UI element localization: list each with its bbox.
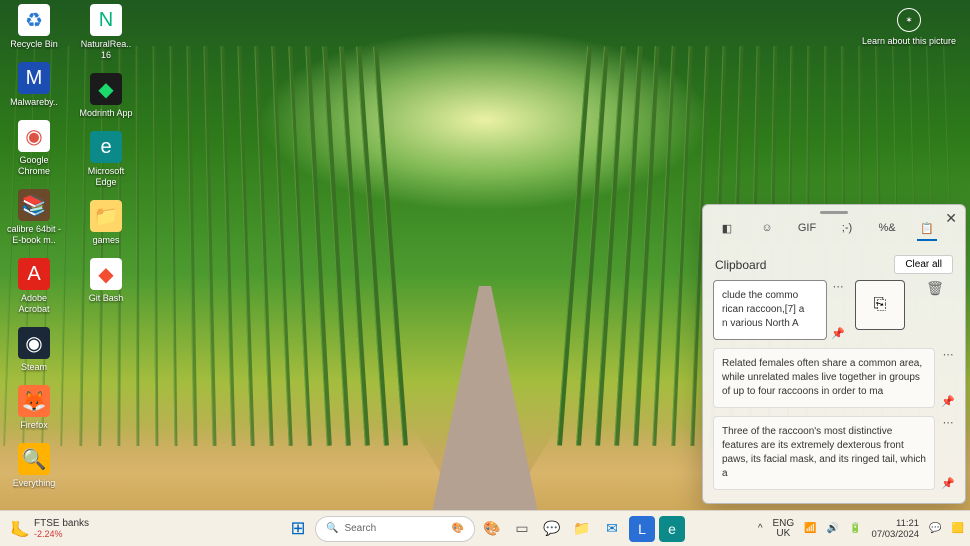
desktop-icon-naturalreader[interactable]: N NaturalRea.. 16 (78, 4, 134, 61)
copilot-badge[interactable]: 🟨 (952, 523, 964, 534)
taskbar-mail[interactable]: ✉ (599, 516, 625, 542)
clipboard-items: clude the commo rican raccoon,[7] a n va… (703, 280, 965, 490)
tab-emoji[interactable]: ☺ (757, 222, 777, 241)
icon-label: games (92, 235, 119, 246)
desktop-icon-adobe-acrobat[interactable]: A Adobe Acrobat (6, 258, 62, 315)
google-chrome-icon: ◉ (18, 120, 50, 152)
spotlight-hint[interactable]: ✶ Learn about this picture (862, 8, 956, 46)
emoji-clipboard-panel[interactable]: ✕ ◧ ☺ GIF ;-) %& 📋 Clipboard Clear all clude … (702, 204, 966, 504)
pin-icon[interactable]: 📌 (941, 477, 955, 490)
recycle-bin-icon: ♻ (18, 4, 50, 36)
everything-icon: 🔍 (18, 443, 50, 475)
firefox-icon: 🦊 (18, 385, 50, 417)
calibre-icon: 📚 (18, 189, 50, 221)
taskbar-edge[interactable]: e (659, 516, 685, 542)
clear-all-button[interactable]: Clear all (894, 255, 953, 274)
more-icon[interactable]: ⋯ (943, 416, 954, 429)
games-folder-icon: 📁 (90, 200, 122, 232)
clipboard-item[interactable]: clude the commo rican raccoon,[7] a n va… (713, 280, 955, 340)
malwarebytes-icon: M (18, 62, 50, 94)
git-bash-icon: ◆ (90, 258, 122, 290)
clipboard-text: Related females often share a common are… (713, 348, 935, 408)
microsoft-edge-icon: e (90, 131, 122, 163)
clipboard-text: Three of the raccoon's most distinctive … (713, 416, 935, 490)
taskbar-task-view[interactable]: ▭ (509, 516, 535, 542)
search-highlights-icon: 🎨 (452, 523, 464, 534)
desktop-icon-microsoft-edge[interactable]: e Microsoft Edge (78, 131, 134, 188)
desktop-icon-calibre[interactable]: 📚 calibre 64bit - E-book m.. (6, 189, 62, 246)
icon-label: Recycle Bin (10, 39, 58, 50)
taskbar-widgets-color[interactable]: 🎨 (479, 516, 505, 542)
search-icon: 🔍 (326, 523, 338, 534)
delete-icon[interactable]: 🗑 (926, 280, 944, 297)
taskbar-center: ⊞🔍Search🎨🎨▭💬📁✉Le (285, 516, 685, 542)
naturalreader-icon: N (90, 4, 122, 36)
taskbar-file-explorer[interactable]: 📁 (569, 516, 595, 542)
clipboard-text: clude the commo rican raccoon,[7] a n va… (713, 280, 827, 340)
search-input[interactable]: 🔍Search🎨 (315, 516, 475, 542)
icon-label: Google Chrome (6, 155, 62, 177)
desktop-icon-malwarebytes[interactable]: M Malwareby.. (6, 62, 62, 108)
tray-overflow-icon[interactable]: ^ (758, 523, 763, 534)
more-icon[interactable]: ⋯ (833, 280, 844, 293)
panel-title: Clipboard (715, 258, 766, 272)
pin-icon[interactable]: 📌 (941, 395, 955, 408)
widget-title: FTSE banks (34, 518, 89, 529)
desktop-icon-steam[interactable]: ◉ Steam (6, 327, 62, 373)
desktop-icon-games-folder[interactable]: 📁 games (78, 200, 134, 246)
tab-gif[interactable]: GIF (797, 222, 817, 241)
desktop-icon-modrinth[interactable]: ◆ Modrinth App (78, 73, 134, 119)
tab-symbols[interactable]: %& (877, 222, 897, 241)
battery-icon[interactable]: 🔋 (849, 523, 861, 534)
paste-as-text-button[interactable]: ⎘ (855, 280, 905, 330)
adobe-acrobat-icon: A (18, 258, 50, 290)
tab-clipboard[interactable]: 📋 (917, 222, 937, 241)
icon-label: Adobe Acrobat (6, 293, 62, 315)
widget-change: -2.24% (34, 529, 89, 539)
icon-label: Modrinth App (79, 108, 132, 119)
clipboard-item[interactable]: Related females often share a common are… (713, 348, 955, 408)
desktop-icon-git-bash[interactable]: ◆ Git Bash (78, 258, 134, 304)
clock[interactable]: 11:21 07/03/2024 (872, 518, 920, 540)
icon-label: Everything (13, 478, 56, 489)
taskbar-chat[interactable]: 💬 (539, 516, 565, 542)
panel-tabs: ◧ ☺ GIF ;-) %& 📋 (703, 214, 965, 249)
desktop-icon-google-chrome[interactable]: ◉ Google Chrome (6, 120, 62, 177)
system-tray: ^ ENG UK 📶 🔊 🔋 11:21 07/03/2024 💬 🟨 (758, 518, 964, 540)
icon-label: Microsoft Edge (78, 166, 134, 188)
spotlight-icon: ✶ (897, 8, 921, 32)
spotlight-label: Learn about this picture (862, 36, 956, 46)
wifi-icon[interactable]: 📶 (804, 523, 816, 534)
taskbar: 🦶 FTSE banks -2.24% ⊞🔍Search🎨🎨▭💬📁✉Le ^ E… (0, 510, 970, 546)
volume-icon[interactable]: 🔊 (827, 523, 839, 534)
tab-kaomoji[interactable]: ;-) (837, 222, 857, 241)
steam-icon: ◉ (18, 327, 50, 359)
icon-label: Firefox (20, 420, 48, 431)
icon-label: Malwareby.. (10, 97, 58, 108)
icon-label: Steam (21, 362, 47, 373)
notifications-icon[interactable]: 💬 (929, 523, 941, 534)
news-widget[interactable]: 🦶 FTSE banks -2.24% (0, 518, 99, 539)
pin-icon[interactable]: 📌 (831, 327, 845, 340)
modrinth-icon: ◆ (90, 73, 122, 105)
clipboard-item[interactable]: Three of the raccoon's most distinctive … (713, 416, 955, 490)
more-icon[interactable]: ⋯ (943, 348, 954, 361)
taskbar-app-l[interactable]: L (629, 516, 655, 542)
desktop-icon-firefox[interactable]: 🦊 Firefox (6, 385, 62, 431)
language-switch[interactable]: ENG UK (773, 519, 795, 539)
tab-recent[interactable]: ◧ (717, 222, 737, 241)
icon-label: calibre 64bit - E-book m.. (6, 224, 62, 246)
icon-label: NaturalRea.. 16 (78, 39, 134, 61)
close-icon[interactable]: ✕ (945, 210, 957, 227)
start-button[interactable]: ⊞ (285, 516, 311, 542)
icon-label: Git Bash (89, 293, 124, 304)
stock-icon: 🦶 (10, 520, 28, 538)
desktop-icon-recycle-bin[interactable]: ♻ Recycle Bin (6, 4, 62, 50)
desktop-icon-everything[interactable]: 🔍 Everything (6, 443, 62, 489)
